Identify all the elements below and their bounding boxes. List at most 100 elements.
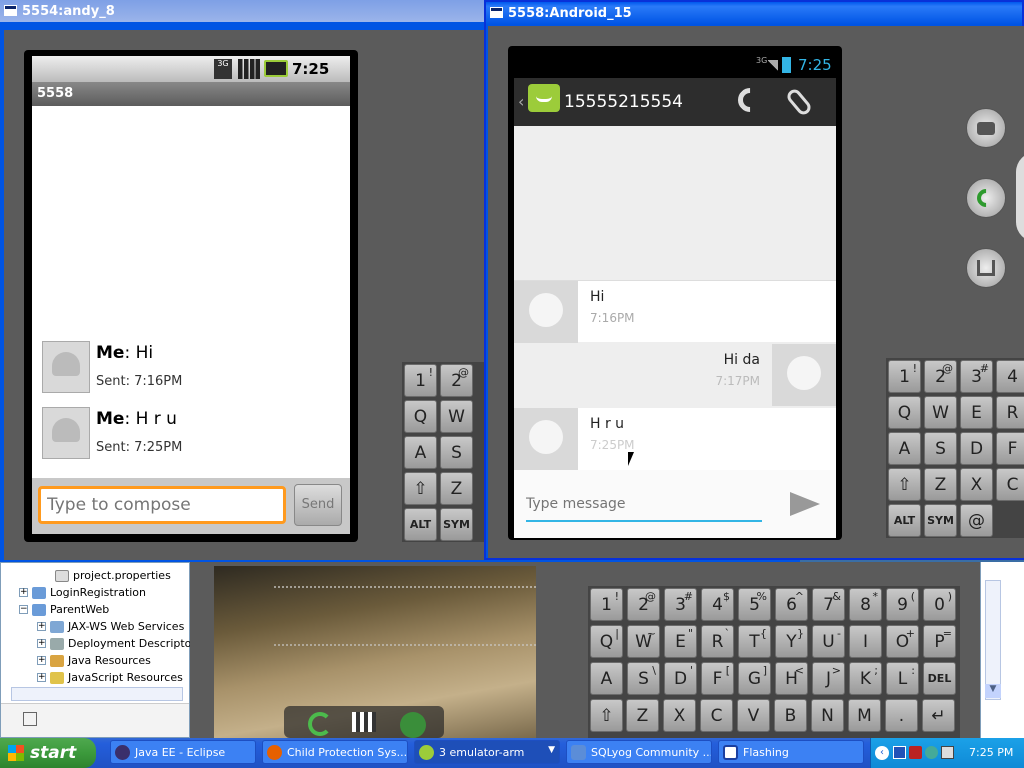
attach-icon[interactable] [784,86,814,118]
phone-call-icon[interactable] [733,83,767,117]
apps-grid-icon[interactable] [352,712,376,732]
key[interactable]: 6 ^ [775,588,808,621]
key[interactable]: Z [924,468,957,501]
key[interactable]: R ` [701,625,734,658]
key[interactable]: A [404,436,437,469]
tree-item[interactable]: + JAX-WS Web Services [1,618,184,635]
key[interactable]: G] [738,662,771,695]
key[interactable]: V [737,699,770,732]
key[interactable]: T{ [738,625,771,658]
key[interactable]: D [960,432,993,465]
taskbar-button-firefox[interactable]: Child Protection Sys... [262,740,408,764]
alt-key[interactable]: ALT [888,504,921,537]
key[interactable]: X [960,468,993,501]
tree-item[interactable]: project.properties [1,567,171,584]
alt-key[interactable]: ALT [404,508,437,541]
key[interactable]: N [811,699,844,732]
send-arrow-icon[interactable] [790,492,820,516]
key[interactable]: W ~ [627,625,660,658]
expand-icon[interactable]: + [37,639,46,648]
tray-icon[interactable] [893,746,906,759]
browser-dock-icon[interactable] [400,712,426,738]
key[interactable]: 0) [923,588,956,621]
key[interactable]: P = [923,625,956,658]
key[interactable]: 9( [886,588,919,621]
home-button[interactable] [966,248,1006,288]
key[interactable]: D ' [664,662,697,695]
message-input[interactable] [526,488,762,522]
tray-clock[interactable]: 7:25 PM [969,746,1013,759]
key[interactable]: A [888,432,921,465]
collapse-icon[interactable]: − [19,605,28,614]
shift-key[interactable]: ⇧ [888,468,921,501]
key[interactable]: C [996,468,1024,501]
message-item-incoming[interactable]: Hi 7:16PM [514,280,836,343]
taskbar-button-flashing[interactable]: Flashing [718,740,864,764]
key[interactable]: U- [812,625,845,658]
key[interactable]: F [996,432,1024,465]
sym-key[interactable]: SYM [924,504,957,537]
key[interactable]: 3 # [960,360,993,393]
vertical-scrollbar[interactable] [985,580,1001,700]
key[interactable]: Z [626,699,659,732]
enter-key[interactable]: ↵ [922,699,955,732]
call-button[interactable] [966,178,1006,218]
taskbar-button-sqlyog[interactable]: SQLyog Community ... [566,740,712,764]
back-chevron-icon[interactable]: ‹ [518,92,524,111]
new-icon[interactable] [23,712,37,726]
tray-icon[interactable] [925,746,938,759]
key[interactable]: E [960,396,993,429]
tree-item[interactable]: + JavaScript Resources [1,669,183,686]
taskbar-button-eclipse[interactable]: Java EE - Eclipse [110,740,256,764]
tree-item[interactable]: + Deployment Descriptor: [1,635,199,652]
tree-item[interactable]: − ParentWeb [1,601,109,618]
key[interactable]: B [774,699,807,732]
key[interactable]: H < [775,662,808,695]
key[interactable]: S \ [627,662,660,695]
key[interactable]: I [849,625,882,658]
horizontal-scrollbar[interactable] [11,687,183,701]
key[interactable]: 2 @ [440,364,473,397]
key[interactable]: C [700,699,733,732]
key[interactable]: J > [812,662,845,695]
at-key[interactable]: @ [960,504,993,537]
key[interactable]: . [885,699,918,732]
key[interactable]: 2 @ [627,588,660,621]
key[interactable]: W [924,396,957,429]
key[interactable]: 3 # [664,588,697,621]
key[interactable]: DEL [923,662,956,695]
tree-item[interactable]: + LoginRegistration [1,584,146,601]
key[interactable]: 1! [590,588,623,621]
expand-icon[interactable]: + [37,656,46,665]
window-titlebar[interactable]: 5558:Android_15 [486,2,1022,24]
message-item-incoming[interactable]: H r u 7:25PM [514,408,836,470]
key[interactable]: 4 [996,360,1024,393]
expand-icon[interactable]: + [19,588,28,597]
key[interactable]: L: [886,662,919,695]
key[interactable]: Q | [590,625,623,658]
messaging-app-icon[interactable] [528,84,560,112]
message-item[interactable]: Me: H r u Sent: 7:25PM [40,404,340,462]
tray-expand-icon[interactable]: ‹ [875,746,889,760]
key[interactable]: X [663,699,696,732]
key[interactable]: K; [849,662,882,695]
key[interactable]: 1! [404,364,437,397]
sym-key[interactable]: SYM [440,508,473,541]
message-item-outgoing[interactable]: Hi da 7:17PM [514,344,836,406]
key[interactable]: M [848,699,881,732]
key[interactable]: 2 @ [924,360,957,393]
tree-item[interactable]: + Java Resources [1,652,151,669]
shift-key[interactable]: ⇧ [590,699,623,732]
key[interactable]: 1! [888,360,921,393]
start-button[interactable]: start [0,738,96,768]
send-button[interactable]: Send [294,484,342,526]
key[interactable]: E " [664,625,697,658]
key[interactable]: F[ [701,662,734,695]
shift-key[interactable]: ⇧ [404,472,437,505]
dpad-edge[interactable] [1016,152,1024,242]
key[interactable]: A [590,662,623,695]
tray-icon[interactable] [941,746,954,759]
camera-button[interactable] [966,108,1006,148]
expand-icon[interactable]: + [37,673,46,682]
key[interactable]: 7 & [812,588,845,621]
